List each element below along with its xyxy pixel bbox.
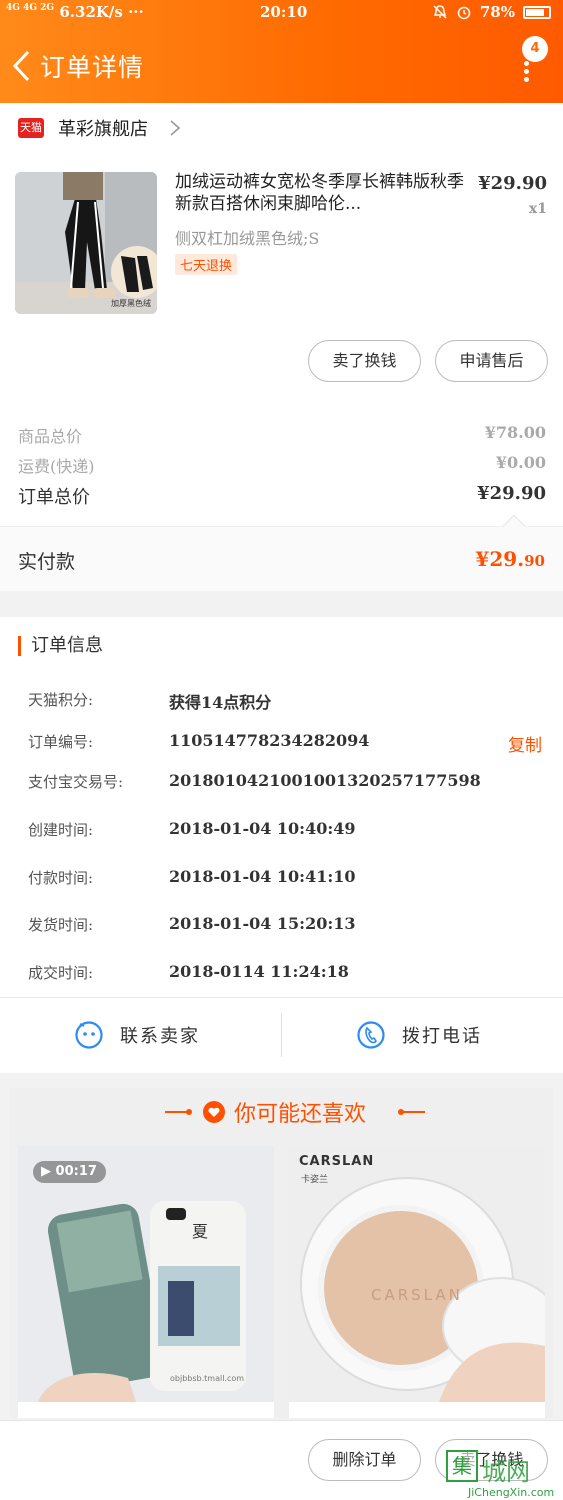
product-image[interactable]: 加厚黑色绒 [15, 172, 157, 314]
apply-aftersale-button[interactable]: 申请售后 [435, 340, 548, 382]
heart-icon [203, 1101, 225, 1123]
watermark-url: JiChengXin.com [468, 1486, 555, 1499]
product-quantity: x1 [528, 201, 547, 217]
recommend-card-image-caption: CARSLAN [371, 1286, 463, 1304]
copy-order-number-button[interactable]: 复制 [508, 731, 542, 756]
recommend-card-image: 夏 objbbsb.tmall.com [18, 1146, 274, 1402]
video-duration: 00:17 [55, 1164, 97, 1179]
goods-total-label: 商品总价 [18, 427, 83, 446]
order-total-row: 订单总价 ¥29.90 [18, 483, 546, 509]
watermark-logo: 集 [446, 1450, 478, 1482]
info-row-order-number: 订单编号: 110514778234282094 复制 [28, 731, 542, 756]
paid-label: 实付款 [18, 551, 76, 573]
battery-icon [523, 5, 551, 19]
message-badge[interactable]: 4 [522, 36, 548, 62]
order-total-value: ¥29.90 [477, 483, 546, 504]
video-duration-pill[interactable]: ▶ 00:17 [33, 1161, 106, 1183]
product-sku: 侧双杠加绒黑色绒;S [175, 229, 320, 248]
product-title[interactable]: 加绒运动裤女宽松冬季厚长裤韩版秋季新款百搭休闲束脚哈伦... [175, 171, 465, 215]
info-row-alipay-trade: 支付宝交易号: 2018010421001001320257177598 [28, 771, 481, 791]
battery-percent: 78% [479, 3, 515, 21]
shipping-label: 运费(快递) [18, 457, 95, 476]
tmall-icon: 天猫 [18, 118, 44, 138]
goods-total-row: 商品总价 ¥78.00 [18, 423, 546, 449]
sell-for-cash-button[interactable]: 卖了换钱 [308, 340, 421, 382]
phone-icon [357, 1021, 385, 1049]
goods-total-value: ¥78.00 [484, 423, 546, 442]
contact-seller-label: 联系卖家 [120, 1026, 200, 1047]
mute-icon [433, 5, 447, 19]
info-row-points: 天猫积分: 获得14点积分 [28, 691, 272, 712]
brand-logo: CARSLAN [299, 1154, 375, 1169]
brand-subtitle: 卡姿兰 [301, 1175, 329, 1185]
chat-face-icon [75, 1021, 103, 1049]
network-speed: 6.32K/s ··· [59, 3, 144, 21]
recommend-section: 你可能还喜欢 夏 objbbsb.tmall.com ▶ 00:17 CARSL… [10, 1088, 553, 1418]
recommend-card-image-caption: objbbsb.tmall.com [170, 1374, 245, 1383]
info-row-completed: 成交时间: 2018-0114 11:24:18 [28, 962, 349, 982]
store-name: 革彩旗舰店 [58, 119, 148, 140]
order-total-label: 订单总价 [18, 487, 90, 508]
call-phone-label: 拨打电话 [402, 1026, 482, 1047]
recommend-card[interactable]: 夏 objbbsb.tmall.com ▶ 00:17 [18, 1146, 274, 1418]
shipping-row: 运费(快递) ¥0.00 [18, 453, 546, 479]
alarm-icon [457, 6, 471, 20]
delete-order-button[interactable]: 删除订单 [308, 1439, 421, 1481]
product-image-caption: 加厚黑色绒 [111, 299, 151, 308]
clock: 20:10 [260, 3, 308, 21]
order-item-card: 天猫 革彩旗舰店 加厚黑色绒 加绒运动裤女宽松冬季厚长裤韩版秋季新款百搭休闲束脚… [0, 103, 563, 591]
paid-value: ¥29.90 [475, 547, 545, 571]
recommend-card[interactable]: CARSLAN CARSLAN 卡姿兰 [289, 1146, 545, 1418]
order-info-heading: 订单信息 [18, 636, 103, 656]
recommend-card-image-label: 夏 [192, 1222, 209, 1241]
order-info-card: 订单信息 天猫积分: 获得14点积分 订单编号: 110514778234282… [0, 617, 563, 1073]
product-price: ¥29.90 [478, 173, 547, 194]
store-row[interactable]: 天猫 革彩旗舰店 [0, 103, 563, 153]
header: 4G 4G 2G 6.32K/s ··· 20:10 78% 订单详情 4 [0, 0, 563, 103]
info-row-paid: 付款时间: 2018-01-04 10:41:10 [28, 867, 356, 887]
back-icon[interactable] [10, 48, 34, 84]
site-watermark: 集 城网 JiChengXin.com [446, 1450, 563, 1500]
shipping-value: ¥0.00 [495, 453, 546, 472]
call-phone-button[interactable]: 拨打电话 [282, 998, 563, 1073]
return-policy-tag: 七天退换 [175, 254, 238, 275]
network-indicator: 4G 4G 2G [6, 3, 55, 13]
chevron-right-icon [170, 120, 181, 136]
play-icon: ▶ [41, 1164, 51, 1179]
info-row-created: 创建时间: 2018-01-04 10:40:49 [28, 819, 356, 839]
recommend-title: 你可能还喜欢 [234, 1102, 367, 1127]
contact-seller-button[interactable]: 联系卖家 [0, 998, 281, 1073]
navbar: 订单详情 4 [0, 30, 563, 103]
recommend-title-row: 你可能还喜欢 [10, 1088, 553, 1136]
watermark-text: 城网 [482, 1458, 530, 1486]
page-title: 订单详情 [40, 53, 145, 82]
paid-amount-box: 实付款 ¥29.90 [0, 514, 563, 591]
status-bar: 4G 4G 2G 6.32K/s ··· 20:10 78% [0, 0, 563, 28]
info-row-shipped: 发货时间: 2018-01-04 15:20:13 [28, 914, 356, 934]
